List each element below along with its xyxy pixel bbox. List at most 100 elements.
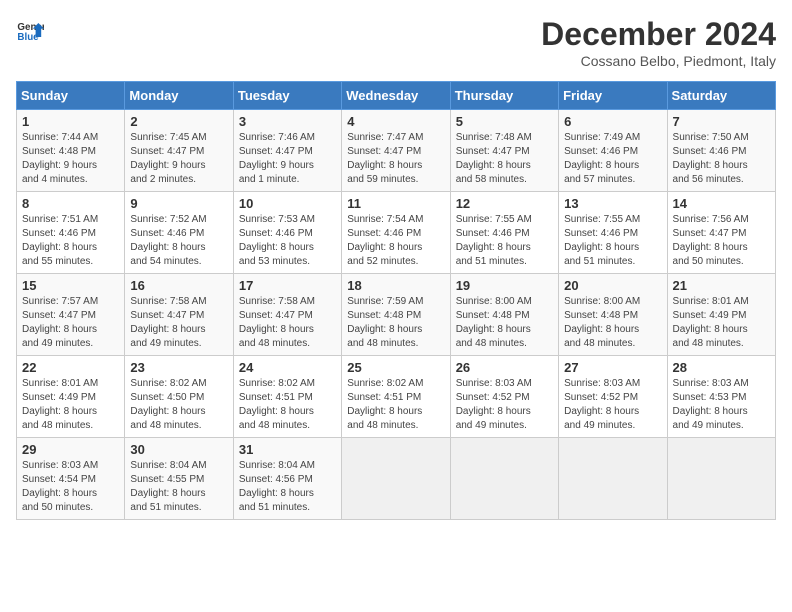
calendar-cell: 5 Sunrise: 7:48 AM Sunset: 4:47 PM Daylig… bbox=[450, 110, 558, 192]
day-info: Sunrise: 7:45 AM Sunset: 4:47 PM Dayligh… bbox=[130, 131, 227, 187]
day-number: 21 bbox=[673, 278, 770, 293]
calendar-cell: 31 Sunrise: 8:04 AM Sunset: 4:56 PM Dayli… bbox=[233, 438, 341, 520]
day-number: 6 bbox=[564, 114, 661, 129]
day-info: Sunrise: 8:03 AM Sunset: 4:54 PM Dayligh… bbox=[22, 459, 119, 515]
day-info: Sunrise: 7:47 AM Sunset: 4:47 PM Dayligh… bbox=[347, 131, 444, 187]
day-number: 20 bbox=[564, 278, 661, 293]
dow-header: Wednesday bbox=[342, 82, 450, 110]
day-number: 15 bbox=[22, 278, 119, 293]
logo: General Blue bbox=[16, 16, 44, 44]
day-number: 18 bbox=[347, 278, 444, 293]
day-info: Sunrise: 7:48 AM Sunset: 4:47 PM Dayligh… bbox=[456, 131, 553, 187]
day-info: Sunrise: 7:55 AM Sunset: 4:46 PM Dayligh… bbox=[456, 213, 553, 269]
calendar-cell: 4 Sunrise: 7:47 AM Sunset: 4:47 PM Daylig… bbox=[342, 110, 450, 192]
day-number: 2 bbox=[130, 114, 227, 129]
calendar-cell: 18 Sunrise: 7:59 AM Sunset: 4:48 PM Dayli… bbox=[342, 274, 450, 356]
calendar-cell: 27 Sunrise: 8:03 AM Sunset: 4:52 PM Dayli… bbox=[559, 356, 667, 438]
calendar-table: SundayMondayTuesdayWednesdayThursdayFrid… bbox=[16, 81, 776, 520]
day-number: 28 bbox=[673, 360, 770, 375]
day-number: 1 bbox=[22, 114, 119, 129]
day-number: 10 bbox=[239, 196, 336, 211]
calendar-cell: 9 Sunrise: 7:52 AM Sunset: 4:46 PM Daylig… bbox=[125, 192, 233, 274]
day-info: Sunrise: 8:03 AM Sunset: 4:52 PM Dayligh… bbox=[564, 377, 661, 433]
day-info: Sunrise: 8:00 AM Sunset: 4:48 PM Dayligh… bbox=[564, 295, 661, 351]
dow-header: Friday bbox=[559, 82, 667, 110]
calendar-cell: 19 Sunrise: 8:00 AM Sunset: 4:48 PM Dayli… bbox=[450, 274, 558, 356]
calendar-cell bbox=[667, 438, 775, 520]
day-number: 22 bbox=[22, 360, 119, 375]
calendar-cell: 2 Sunrise: 7:45 AM Sunset: 4:47 PM Daylig… bbox=[125, 110, 233, 192]
calendar-cell: 22 Sunrise: 8:01 AM Sunset: 4:49 PM Dayli… bbox=[17, 356, 125, 438]
calendar-cell: 3 Sunrise: 7:46 AM Sunset: 4:47 PM Daylig… bbox=[233, 110, 341, 192]
day-info: Sunrise: 8:04 AM Sunset: 4:55 PM Dayligh… bbox=[130, 459, 227, 515]
day-info: Sunrise: 7:58 AM Sunset: 4:47 PM Dayligh… bbox=[239, 295, 336, 351]
day-info: Sunrise: 8:02 AM Sunset: 4:50 PM Dayligh… bbox=[130, 377, 227, 433]
day-info: Sunrise: 7:58 AM Sunset: 4:47 PM Dayligh… bbox=[130, 295, 227, 351]
calendar-cell bbox=[559, 438, 667, 520]
day-number: 4 bbox=[347, 114, 444, 129]
day-number: 5 bbox=[456, 114, 553, 129]
calendar-cell: 1 Sunrise: 7:44 AM Sunset: 4:48 PM Daylig… bbox=[17, 110, 125, 192]
dow-header: Saturday bbox=[667, 82, 775, 110]
day-number: 13 bbox=[564, 196, 661, 211]
dow-header: Tuesday bbox=[233, 82, 341, 110]
day-info: Sunrise: 8:00 AM Sunset: 4:48 PM Dayligh… bbox=[456, 295, 553, 351]
day-info: Sunrise: 8:03 AM Sunset: 4:52 PM Dayligh… bbox=[456, 377, 553, 433]
calendar-cell: 26 Sunrise: 8:03 AM Sunset: 4:52 PM Dayli… bbox=[450, 356, 558, 438]
day-info: Sunrise: 7:55 AM Sunset: 4:46 PM Dayligh… bbox=[564, 213, 661, 269]
day-number: 19 bbox=[456, 278, 553, 293]
calendar-cell: 25 Sunrise: 8:02 AM Sunset: 4:51 PM Dayli… bbox=[342, 356, 450, 438]
day-info: Sunrise: 8:01 AM Sunset: 4:49 PM Dayligh… bbox=[22, 377, 119, 433]
month-title: December 2024 bbox=[541, 16, 776, 53]
calendar-week-row: 15 Sunrise: 7:57 AM Sunset: 4:47 PM Dayli… bbox=[17, 274, 776, 356]
calendar-cell: 14Sunrise: 7:56 AM Sunset: 4:47 PM Dayli… bbox=[667, 192, 775, 274]
day-info: Sunrise: 7:54 AM Sunset: 4:46 PM Dayligh… bbox=[347, 213, 444, 269]
day-number: 24 bbox=[239, 360, 336, 375]
day-info: Sunrise: 8:04 AM Sunset: 4:56 PM Dayligh… bbox=[239, 459, 336, 515]
day-number: 16 bbox=[130, 278, 227, 293]
calendar-cell bbox=[342, 438, 450, 520]
calendar-cell: 16 Sunrise: 7:58 AM Sunset: 4:47 PM Dayli… bbox=[125, 274, 233, 356]
day-number: 3 bbox=[239, 114, 336, 129]
day-number: 9 bbox=[130, 196, 227, 211]
calendar-cell: 8Sunrise: 7:51 AM Sunset: 4:46 PM Daylig… bbox=[17, 192, 125, 274]
day-number: 31 bbox=[239, 442, 336, 457]
day-info: Sunrise: 7:56 AM Sunset: 4:47 PM Dayligh… bbox=[673, 213, 770, 269]
day-info: Sunrise: 7:59 AM Sunset: 4:48 PM Dayligh… bbox=[347, 295, 444, 351]
day-info: Sunrise: 8:02 AM Sunset: 4:51 PM Dayligh… bbox=[239, 377, 336, 433]
calendar-cell: 29Sunrise: 8:03 AM Sunset: 4:54 PM Dayli… bbox=[17, 438, 125, 520]
day-info: Sunrise: 7:44 AM Sunset: 4:48 PM Dayligh… bbox=[22, 131, 119, 187]
day-info: Sunrise: 7:52 AM Sunset: 4:46 PM Dayligh… bbox=[130, 213, 227, 269]
day-number: 17 bbox=[239, 278, 336, 293]
day-number: 27 bbox=[564, 360, 661, 375]
day-info: Sunrise: 8:02 AM Sunset: 4:51 PM Dayligh… bbox=[347, 377, 444, 433]
day-info: Sunrise: 7:57 AM Sunset: 4:47 PM Dayligh… bbox=[22, 295, 119, 351]
dow-header: Thursday bbox=[450, 82, 558, 110]
day-info: Sunrise: 7:49 AM Sunset: 4:46 PM Dayligh… bbox=[564, 131, 661, 187]
day-number: 12 bbox=[456, 196, 553, 211]
location: Cossano Belbo, Piedmont, Italy bbox=[541, 53, 776, 69]
day-info: Sunrise: 7:51 AM Sunset: 4:46 PM Dayligh… bbox=[22, 213, 119, 269]
calendar-week-row: 8Sunrise: 7:51 AM Sunset: 4:46 PM Daylig… bbox=[17, 192, 776, 274]
day-number: 11 bbox=[347, 196, 444, 211]
dow-header: Sunday bbox=[17, 82, 125, 110]
day-info: Sunrise: 7:46 AM Sunset: 4:47 PM Dayligh… bbox=[239, 131, 336, 187]
day-info: Sunrise: 8:03 AM Sunset: 4:53 PM Dayligh… bbox=[673, 377, 770, 433]
day-number: 25 bbox=[347, 360, 444, 375]
calendar-cell: 6 Sunrise: 7:49 AM Sunset: 4:46 PM Daylig… bbox=[559, 110, 667, 192]
day-number: 7 bbox=[673, 114, 770, 129]
day-info: Sunrise: 8:01 AM Sunset: 4:49 PM Dayligh… bbox=[673, 295, 770, 351]
calendar-week-row: 29Sunrise: 8:03 AM Sunset: 4:54 PM Dayli… bbox=[17, 438, 776, 520]
calendar-cell: 12 Sunrise: 7:55 AM Sunset: 4:46 PM Dayli… bbox=[450, 192, 558, 274]
logo-icon: General Blue bbox=[16, 16, 44, 44]
calendar-cell: 7Sunrise: 7:50 AM Sunset: 4:46 PM Daylig… bbox=[667, 110, 775, 192]
calendar-cell: 30Sunrise: 8:04 AM Sunset: 4:55 PM Dayli… bbox=[125, 438, 233, 520]
calendar-cell: 23 Sunrise: 8:02 AM Sunset: 4:50 PM Dayli… bbox=[125, 356, 233, 438]
day-number: 23 bbox=[130, 360, 227, 375]
calendar-cell: 17 Sunrise: 7:58 AM Sunset: 4:47 PM Dayli… bbox=[233, 274, 341, 356]
calendar-cell: 13 Sunrise: 7:55 AM Sunset: 4:46 PM Dayli… bbox=[559, 192, 667, 274]
day-number: 26 bbox=[456, 360, 553, 375]
calendar-week-row: 22 Sunrise: 8:01 AM Sunset: 4:49 PM Dayli… bbox=[17, 356, 776, 438]
day-info: Sunrise: 7:53 AM Sunset: 4:46 PM Dayligh… bbox=[239, 213, 336, 269]
calendar-cell: 15 Sunrise: 7:57 AM Sunset: 4:47 PM Dayli… bbox=[17, 274, 125, 356]
